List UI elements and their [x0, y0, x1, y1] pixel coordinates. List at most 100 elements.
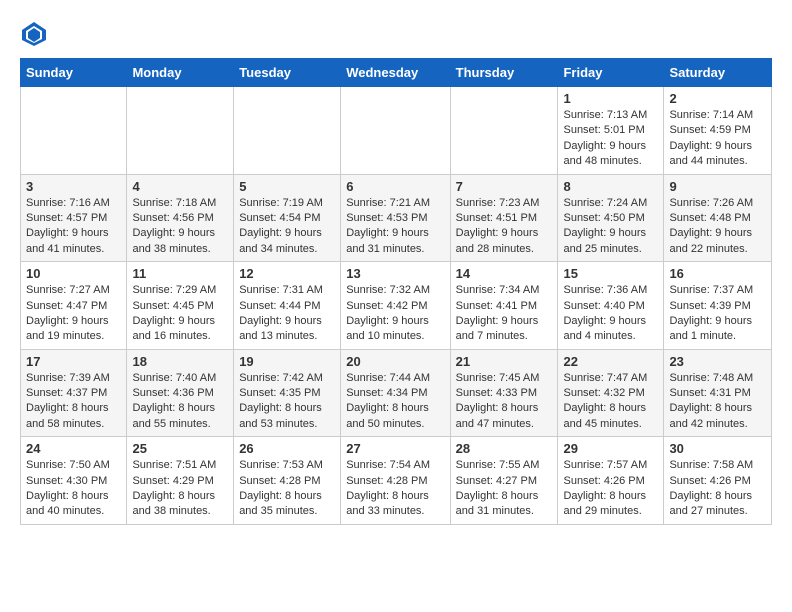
day-number: 21 — [456, 354, 553, 369]
weekday-header: Friday — [558, 59, 664, 87]
calendar-cell: 11 Sunrise: 7:29 AMSunset: 4:45 PMDayligh… — [127, 262, 234, 350]
day-info: Sunrise: 7:58 AMSunset: 4:26 PMDaylight:… — [669, 458, 766, 520]
day-info: Sunrise: 7:57 AMSunset: 4:26 PMDaylight:… — [563, 458, 658, 520]
day-number: 23 — [669, 354, 766, 369]
logo — [20, 20, 52, 48]
calendar-cell: 22Sunrise: 7:47 AMSunset: 4:32 PMDayligh… — [558, 349, 664, 437]
day-number: 29 — [563, 441, 658, 456]
day-info: Sunrise: 7:23 AMSunset: 4:51 PMDaylight:… — [456, 196, 553, 258]
weekday-header-row: SundayMondayTuesdayWednesdayThursdayFrid… — [21, 59, 772, 87]
day-number: 24 — [26, 441, 121, 456]
calendar-cell: 1 Sunrise: 7:13 AMSunset: 5:01 PMDaylight… — [558, 87, 664, 175]
day-number: 11 — [132, 266, 228, 281]
calendar-cell: 4Sunrise: 7:18 AMSunset: 4:56 PMDaylight… — [127, 174, 234, 262]
day-number: 13 — [346, 266, 444, 281]
calendar-cell — [450, 87, 558, 175]
day-number: 25 — [132, 441, 228, 456]
day-number: 3 — [26, 179, 121, 194]
calendar-week-row: 24 Sunrise: 7:50 AMSunset: 4:30 PMDayligh… — [21, 437, 772, 525]
calendar-week-row: 1 Sunrise: 7:13 AMSunset: 5:01 PMDaylight… — [21, 87, 772, 175]
day-number: 9 — [669, 179, 766, 194]
day-info: Sunrise: 7:16 AMSunset: 4:57 PMDaylight:… — [26, 196, 121, 258]
day-info: Sunrise: 7:44 AMSunset: 4:34 PMDaylight:… — [346, 371, 444, 433]
day-number: 19 — [239, 354, 335, 369]
day-info: Sunrise: 7:14 AMSunset: 4:59 PMDaylight:… — [669, 108, 766, 170]
calendar-cell: 5 Sunrise: 7:19 AMSunset: 4:54 PMDaylight… — [234, 174, 341, 262]
day-info: Sunrise: 7:48 AMSunset: 4:31 PMDaylight:… — [669, 371, 766, 433]
calendar-cell: 17 Sunrise: 7:39 AMSunset: 4:37 PMDayligh… — [21, 349, 127, 437]
calendar-cell: 6Sunrise: 7:21 AMSunset: 4:53 PMDaylight… — [341, 174, 450, 262]
day-number: 8 — [563, 179, 658, 194]
day-number: 14 — [456, 266, 553, 281]
day-info: Sunrise: 7:55 AMSunset: 4:27 PMDaylight:… — [456, 458, 553, 520]
calendar-week-row: 10Sunrise: 7:27 AMSunset: 4:47 PMDayligh… — [21, 262, 772, 350]
calendar-cell: 2 Sunrise: 7:14 AMSunset: 4:59 PMDaylight… — [664, 87, 772, 175]
day-info: Sunrise: 7:32 AMSunset: 4:42 PMDaylight:… — [346, 283, 444, 345]
calendar-cell — [127, 87, 234, 175]
calendar-cell: 27 Sunrise: 7:54 AMSunset: 4:28 PMDayligh… — [341, 437, 450, 525]
day-number: 28 — [456, 441, 553, 456]
day-info: Sunrise: 7:42 AMSunset: 4:35 PMDaylight:… — [239, 371, 335, 433]
calendar-cell: 14 Sunrise: 7:34 AMSunset: 4:41 PMDayligh… — [450, 262, 558, 350]
day-info: Sunrise: 7:29 AMSunset: 4:45 PMDaylight:… — [132, 283, 228, 345]
day-info: Sunrise: 7:47 AMSunset: 4:32 PMDaylight:… — [563, 371, 658, 433]
calendar-cell — [341, 87, 450, 175]
calendar-cell: 29 Sunrise: 7:57 AMSunset: 4:26 PMDayligh… — [558, 437, 664, 525]
day-number: 17 — [26, 354, 121, 369]
day-info: Sunrise: 7:51 AMSunset: 4:29 PMDaylight:… — [132, 458, 228, 520]
calendar-cell: 7 Sunrise: 7:23 AMSunset: 4:51 PMDaylight… — [450, 174, 558, 262]
day-number: 16 — [669, 266, 766, 281]
calendar-cell: 23 Sunrise: 7:48 AMSunset: 4:31 PMDayligh… — [664, 349, 772, 437]
day-info: Sunrise: 7:37 AMSunset: 4:39 PMDaylight:… — [669, 283, 766, 345]
day-info: Sunrise: 7:53 AMSunset: 4:28 PMDaylight:… — [239, 458, 335, 520]
day-number: 27 — [346, 441, 444, 456]
day-info: Sunrise: 7:19 AMSunset: 4:54 PMDaylight:… — [239, 196, 335, 258]
day-number: 1 — [563, 91, 658, 106]
calendar-week-row: 3 Sunrise: 7:16 AMSunset: 4:57 PMDaylight… — [21, 174, 772, 262]
day-number: 7 — [456, 179, 553, 194]
page-header — [20, 20, 772, 48]
day-info: Sunrise: 7:40 AMSunset: 4:36 PMDaylight:… — [132, 371, 228, 433]
day-info: Sunrise: 7:39 AMSunset: 4:37 PMDaylight:… — [26, 371, 121, 433]
calendar-cell — [234, 87, 341, 175]
logo-icon — [20, 20, 48, 48]
calendar-cell: 18 Sunrise: 7:40 AMSunset: 4:36 PMDayligh… — [127, 349, 234, 437]
day-number: 20 — [346, 354, 444, 369]
day-info: Sunrise: 7:50 AMSunset: 4:30 PMDaylight:… — [26, 458, 121, 520]
calendar-cell: 19 Sunrise: 7:42 AMSunset: 4:35 PMDayligh… — [234, 349, 341, 437]
day-number: 30 — [669, 441, 766, 456]
day-info: Sunrise: 7:34 AMSunset: 4:41 PMDaylight:… — [456, 283, 553, 345]
calendar-cell: 30 Sunrise: 7:58 AMSunset: 4:26 PMDayligh… — [664, 437, 772, 525]
weekday-header: Sunday — [21, 59, 127, 87]
calendar-cell: 21Sunrise: 7:45 AMSunset: 4:33 PMDayligh… — [450, 349, 558, 437]
day-info: Sunrise: 7:36 AMSunset: 4:40 PMDaylight:… — [563, 283, 658, 345]
day-number: 12 — [239, 266, 335, 281]
calendar-cell: 20 Sunrise: 7:44 AMSunset: 4:34 PMDayligh… — [341, 349, 450, 437]
calendar-cell — [21, 87, 127, 175]
day-info: Sunrise: 7:13 AMSunset: 5:01 PMDaylight:… — [563, 108, 658, 170]
weekday-header: Thursday — [450, 59, 558, 87]
calendar-cell: 25 Sunrise: 7:51 AMSunset: 4:29 PMDayligh… — [127, 437, 234, 525]
weekday-header: Wednesday — [341, 59, 450, 87]
day-info: Sunrise: 7:21 AMSunset: 4:53 PMDaylight:… — [346, 196, 444, 258]
calendar-cell: 9 Sunrise: 7:26 AMSunset: 4:48 PMDaylight… — [664, 174, 772, 262]
day-number: 5 — [239, 179, 335, 194]
weekday-header: Tuesday — [234, 59, 341, 87]
day-number: 18 — [132, 354, 228, 369]
calendar-cell: 3 Sunrise: 7:16 AMSunset: 4:57 PMDaylight… — [21, 174, 127, 262]
day-number: 2 — [669, 91, 766, 106]
calendar-cell: 26 Sunrise: 7:53 AMSunset: 4:28 PMDayligh… — [234, 437, 341, 525]
day-info: Sunrise: 7:31 AMSunset: 4:44 PMDaylight:… — [239, 283, 335, 345]
day-info: Sunrise: 7:54 AMSunset: 4:28 PMDaylight:… — [346, 458, 444, 520]
calendar-cell: 16 Sunrise: 7:37 AMSunset: 4:39 PMDayligh… — [664, 262, 772, 350]
weekday-header: Saturday — [664, 59, 772, 87]
calendar-table: SundayMondayTuesdayWednesdayThursdayFrid… — [20, 58, 772, 525]
day-number: 26 — [239, 441, 335, 456]
calendar-cell: 15Sunrise: 7:36 AMSunset: 4:40 PMDayligh… — [558, 262, 664, 350]
day-info: Sunrise: 7:18 AMSunset: 4:56 PMDaylight:… — [132, 196, 228, 258]
calendar-cell: 13 Sunrise: 7:32 AMSunset: 4:42 PMDayligh… — [341, 262, 450, 350]
day-info: Sunrise: 7:26 AMSunset: 4:48 PMDaylight:… — [669, 196, 766, 258]
weekday-header: Monday — [127, 59, 234, 87]
day-info: Sunrise: 7:27 AMSunset: 4:47 PMDaylight:… — [26, 283, 121, 345]
calendar-cell: 24 Sunrise: 7:50 AMSunset: 4:30 PMDayligh… — [21, 437, 127, 525]
